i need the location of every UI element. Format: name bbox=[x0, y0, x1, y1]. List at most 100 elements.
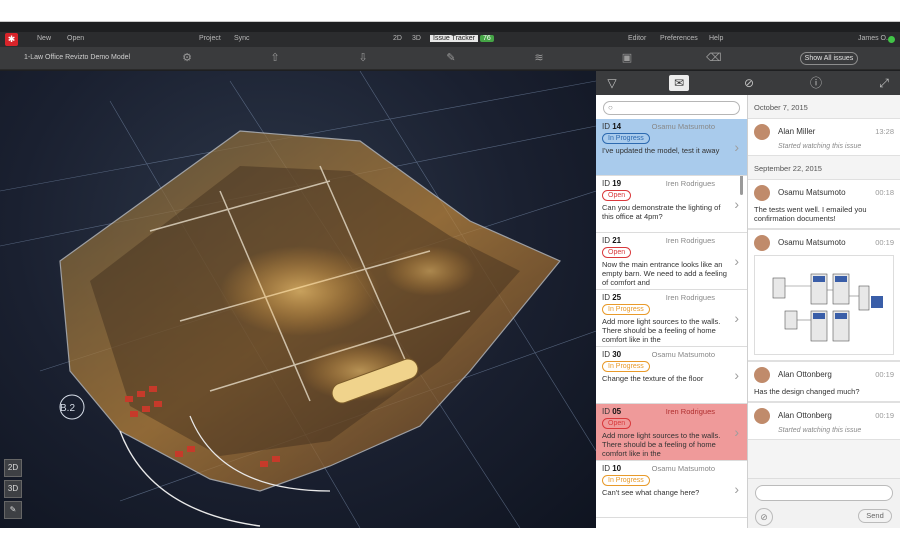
menu-3d[interactable]: 3D bbox=[412, 35, 421, 42]
menu-sync[interactable]: Sync bbox=[234, 35, 250, 42]
issue-item[interactable]: ID 25 Iren Rodrigues In Progress Add mor… bbox=[596, 290, 747, 347]
menu-open[interactable]: Open bbox=[67, 35, 84, 42]
chevron-right-icon[interactable]: › bbox=[734, 481, 739, 497]
avatar bbox=[754, 185, 770, 201]
activity-entry: Alan Ottonberg 00:19 Started watching th… bbox=[748, 402, 900, 440]
avatar bbox=[754, 235, 770, 251]
issue-author: Iren Rodrigues bbox=[665, 407, 715, 416]
toolbar: 1-Law Office Revizto Demo Model ⚙ ⇧ ⇩ ✎ … bbox=[0, 47, 900, 70]
issue-text: Now the main entrance looks like an empt… bbox=[602, 260, 727, 287]
issue-text: Add more light sources to the walls. The… bbox=[602, 431, 721, 458]
settings-gear-icon[interactable]: ⚙ bbox=[180, 51, 194, 65]
attach-paperclip-icon[interactable]: ✎ bbox=[444, 51, 458, 65]
menu-issue-tracker[interactable]: Issue Tracker 76 bbox=[430, 35, 494, 42]
attachment-icon[interactable]: ⊘ bbox=[739, 75, 759, 91]
menu-bar: ✱ New Open Project Sync 2D 3D Issue Trac… bbox=[0, 32, 900, 47]
issue-status-badge: In Progress bbox=[602, 133, 650, 144]
activity-time: 00:19 bbox=[875, 411, 894, 420]
attached-diagram-image[interactable] bbox=[754, 255, 894, 355]
issue-author: Osamu Matsumoto bbox=[651, 350, 715, 359]
layers-icon[interactable]: ≋ bbox=[532, 51, 546, 65]
activity-entry: Osamu Matsumoto 00:19 bbox=[748, 229, 900, 361]
chevron-right-icon[interactable]: › bbox=[734, 424, 739, 440]
issue-status-badge: In Progress bbox=[602, 361, 650, 372]
markup-pen-icon[interactable]: ✎ bbox=[4, 501, 22, 519]
issue-author: Iren Rodrigues bbox=[665, 179, 715, 188]
issue-item[interactable]: ID 30 Osamu Matsumoto In Progress Change… bbox=[596, 347, 747, 404]
revizto-logo-icon: ✱ bbox=[5, 33, 18, 46]
view-tools: 2D 3D ✎ bbox=[4, 459, 22, 522]
date-header: October 7, 2015 bbox=[754, 103, 808, 112]
menu-editor[interactable]: Editor bbox=[628, 35, 646, 42]
chevron-right-icon[interactable]: › bbox=[734, 367, 739, 383]
3d-viewport[interactable]: B.2 2D 3D ✎ bbox=[0, 71, 596, 528]
app-window: ✱ New Open Project Sync 2D 3D Issue Trac… bbox=[0, 22, 900, 528]
chevron-right-icon[interactable]: › bbox=[734, 196, 739, 212]
menu-preferences[interactable]: Preferences bbox=[660, 35, 698, 42]
chevron-right-icon[interactable]: › bbox=[734, 139, 739, 155]
issue-list: ○ ID 14 Osamu Matsumoto In Progress I've… bbox=[596, 95, 748, 528]
issue-author: Iren Rodrigues bbox=[665, 236, 715, 245]
avatar bbox=[754, 408, 770, 424]
menu-help[interactable]: Help bbox=[709, 35, 723, 42]
issue-status-badge: Open bbox=[602, 190, 632, 201]
menu-project[interactable]: Project bbox=[199, 35, 221, 42]
activity-feed: October 7, 2015 Alan Miller 13:28 Starte… bbox=[748, 95, 900, 528]
issue-search-input[interactable]: ○ bbox=[603, 101, 740, 115]
comments-icon[interactable]: ✉ bbox=[669, 75, 689, 91]
reply-footer: ⊘ Send bbox=[748, 478, 900, 528]
issue-status-badge: Open bbox=[602, 418, 632, 429]
info-icon[interactable]: ⓘ bbox=[806, 75, 826, 91]
status-dot-icon bbox=[888, 36, 895, 43]
issue-item[interactable]: ID 19 Iren Rodrigues Open Can you demons… bbox=[596, 176, 747, 233]
issue-item[interactable]: ID 05 Iren Rodrigues Open Add more light… bbox=[596, 404, 747, 461]
activity-entry: Osamu Matsumoto 00:18 The tests went wel… bbox=[748, 179, 900, 229]
issue-text: Change the texture of the floor bbox=[602, 374, 704, 383]
activity-time: 00:19 bbox=[875, 370, 894, 379]
issue-item[interactable]: ID 10 Osamu Matsumoto In Progress Can't … bbox=[596, 461, 747, 518]
avatar bbox=[754, 124, 770, 140]
issue-tracker-label: Issue Tracker bbox=[430, 35, 479, 42]
issue-item[interactable]: ID 14 Osamu Matsumoto In Progress I've u… bbox=[596, 119, 747, 176]
filter-icon[interactable]: ▽ bbox=[602, 75, 622, 91]
issue-count-badge: 76 bbox=[479, 35, 494, 42]
search-icon: ○ bbox=[608, 103, 613, 112]
menu-new[interactable]: New bbox=[37, 35, 51, 42]
activity-message: Has the design changed much? bbox=[754, 387, 860, 396]
chevron-right-icon[interactable]: › bbox=[734, 310, 739, 326]
issue-status-badge: In Progress bbox=[602, 475, 650, 486]
equipment-diagram bbox=[772, 273, 883, 342]
activity-note: Started watching this issue bbox=[778, 143, 862, 150]
view-3d-button[interactable]: 3D bbox=[4, 480, 22, 498]
activity-entry: Alan Miller 13:28 Started watching this … bbox=[748, 118, 900, 156]
chevron-right-icon[interactable]: › bbox=[734, 253, 739, 269]
share-upload-icon[interactable]: ⇧ bbox=[268, 51, 282, 65]
download-icon[interactable]: ⇩ bbox=[356, 51, 370, 65]
user-name[interactable]: James O. bbox=[858, 35, 888, 42]
send-button[interactable]: Send bbox=[858, 509, 892, 523]
issue-author: Iren Rodrigues bbox=[665, 293, 715, 302]
attach-paperclip-icon[interactable]: ⊘ bbox=[755, 508, 773, 526]
issue-panel-header: ▽ ✉ ⊘ ⓘ ⤢ bbox=[596, 71, 900, 95]
menu-2d[interactable]: 2D bbox=[393, 35, 402, 42]
issue-text: Add more light sources to the walls. The… bbox=[602, 317, 721, 344]
building-render: B.2 bbox=[0, 71, 596, 528]
issue-text: Can you demonstrate the lighting of this… bbox=[602, 203, 721, 221]
activity-time: 13:28 bbox=[875, 127, 894, 136]
avatar bbox=[754, 367, 770, 383]
issue-author: Osamu Matsumoto bbox=[651, 464, 715, 473]
show-all-issues-button[interactable]: Show All issues bbox=[800, 52, 858, 65]
grid-label-b2: B.2 bbox=[60, 403, 75, 414]
issue-status-badge: Open bbox=[602, 247, 632, 258]
expand-icon[interactable]: ⤢ bbox=[874, 75, 894, 91]
camera-icon[interactable]: ▣ bbox=[620, 51, 634, 65]
reply-input[interactable] bbox=[755, 485, 893, 501]
view-2d-button[interactable]: 2D bbox=[4, 459, 22, 477]
date-header: September 22, 2015 bbox=[754, 164, 822, 173]
issue-text: Can't see what change here? bbox=[602, 488, 700, 497]
trash-icon[interactable]: ⌫ bbox=[706, 51, 722, 65]
issue-text: I've updated the model, test it away bbox=[602, 146, 720, 155]
issue-item[interactable]: ID 21 Iren Rodrigues Open Now the main e… bbox=[596, 233, 747, 290]
activity-note: Started watching this issue bbox=[778, 427, 862, 434]
activity-time: 00:18 bbox=[875, 188, 894, 197]
